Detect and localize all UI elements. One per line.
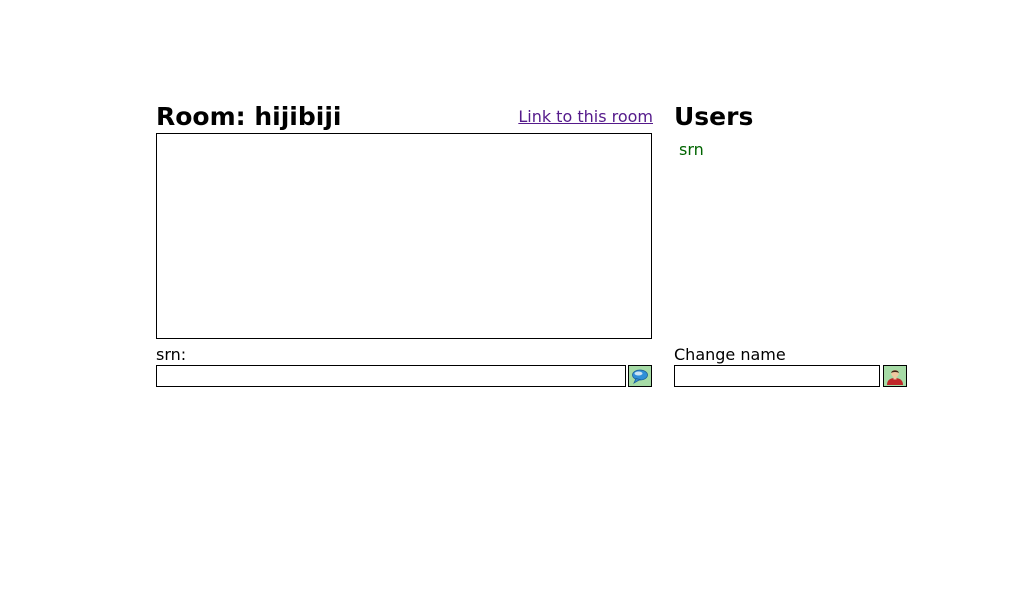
- room-title: Room: hijibiji: [156, 102, 342, 131]
- users-title: Users: [674, 102, 754, 131]
- chat-log[interactable]: [156, 133, 652, 339]
- speech-bubble-icon: [630, 367, 650, 385]
- message-input[interactable]: [156, 365, 626, 387]
- user-item[interactable]: srn: [679, 140, 704, 160]
- send-message-button[interactable]: [628, 365, 652, 387]
- change-name-button[interactable]: [883, 365, 907, 387]
- change-name-input[interactable]: [674, 365, 880, 387]
- room-link[interactable]: Link to this room: [518, 107, 653, 127]
- change-name-label: Change name: [674, 345, 786, 364]
- message-label: srn:: [156, 345, 187, 364]
- user-avatar-icon: [885, 367, 905, 385]
- users-list: srn: [679, 140, 704, 160]
- chat-page: Room: hijibiji Link to this room srn: Us…: [0, 0, 1025, 597]
